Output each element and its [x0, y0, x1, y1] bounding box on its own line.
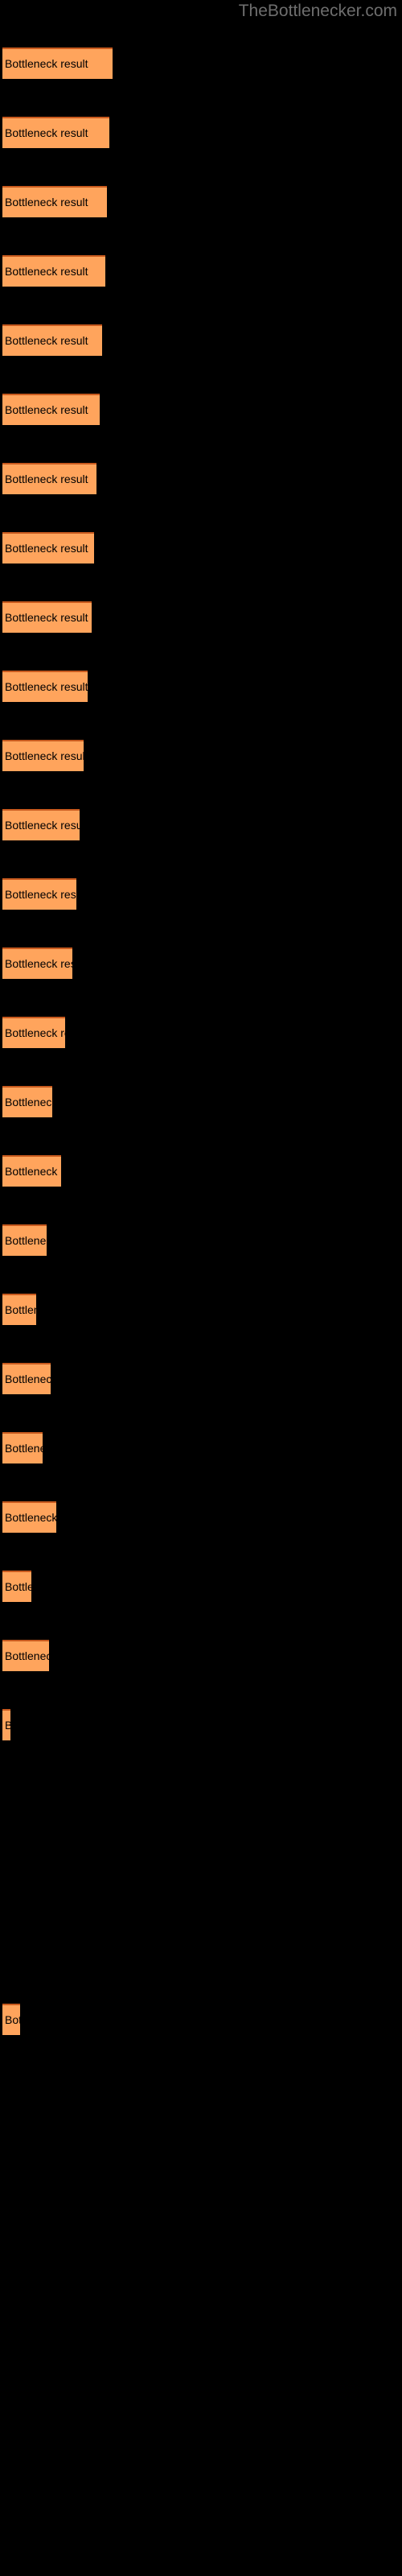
- bar-label: Bottleneck result: [5, 819, 80, 832]
- bar[interactable]: Bottleneck result: [2, 532, 94, 564]
- bar[interactable]: Bottleneck result: [2, 878, 76, 910]
- bar[interactable]: Bottleneck result: [2, 186, 107, 217]
- bar[interactable]: Bottleneck result: [2, 671, 88, 702]
- bar[interactable]: Bottleneck result: [2, 1501, 56, 1533]
- bar-label: Bottleneck result: [5, 1234, 47, 1247]
- bar[interactable]: Bottleneck result: [2, 47, 113, 79]
- bar[interactable]: Bottleneck result: [2, 1432, 43, 1463]
- bar-label: Bottleneck result: [5, 1026, 65, 1039]
- bar[interactable]: Bottleneck result: [2, 809, 80, 840]
- bar[interactable]: Bottleneck result: [2, 324, 102, 356]
- bar[interactable]: Bottleneck result: [2, 463, 96, 494]
- bar[interactable]: Bottleneck result: [2, 1155, 61, 1187]
- bar-label: Bottleneck result: [5, 957, 72, 970]
- bar-label: Bottleneck result: [5, 1442, 43, 1455]
- bar[interactable]: Bottleneck result: [2, 1294, 36, 1325]
- bar[interactable]: Bottleneck result: [2, 394, 100, 425]
- bar-chart: TheBottlenecker.com Bottleneck result Bot…: [0, 0, 402, 2576]
- bar-label: Bottleneck result: [5, 1303, 36, 1316]
- bar-label: Bottleneck result: [5, 126, 88, 139]
- bar-label: Bottleneck result: [5, 403, 88, 416]
- bar[interactable]: Bottleneck result: [2, 740, 84, 771]
- bar[interactable]: Bottleneck result: [2, 117, 109, 148]
- bar-label: Bottleneck result: [5, 1373, 51, 1385]
- bar[interactable]: Bottleneck result: [2, 255, 105, 287]
- bar[interactable]: Bottleneck result: [2, 947, 72, 979]
- bar-label: Bottleneck result: [5, 1580, 31, 1593]
- bar[interactable]: Bottleneck result: [2, 1571, 31, 1602]
- bar[interactable]: Bottleneck result: [2, 1640, 49, 1671]
- bar-label: Bottleneck result: [5, 196, 88, 208]
- bar[interactable]: Bottleneck result: [2, 1086, 52, 1117]
- bar[interactable]: Bottleneck result: [2, 1709, 10, 1740]
- bar-label: Bottleneck result: [5, 1718, 10, 1732]
- bar-label: Bottleneck result: [5, 888, 76, 901]
- bar-label: Bottleneck result: [5, 1165, 61, 1178]
- bar-label: Bottleneck result: [5, 611, 88, 624]
- bar-label: Bottleneck result: [5, 542, 88, 555]
- bars-container: Bottleneck result Bottleneck result Bottle…: [0, 0, 402, 2576]
- bar-label: Bottleneck result: [5, 334, 88, 347]
- bar[interactable]: Bottleneck result: [2, 601, 92, 633]
- bar-label: Bottleneck result: [5, 57, 88, 70]
- bar-label: Bottleneck result: [5, 2013, 20, 2026]
- bar-label: Bottleneck result: [5, 265, 88, 278]
- bar-label: Bottleneck result: [5, 473, 88, 485]
- bar[interactable]: Bottleneck result: [2, 1363, 51, 1394]
- bar-label: Bottleneck result: [5, 1649, 49, 1662]
- bar[interactable]: Bottleneck result: [2, 1224, 47, 1256]
- bar[interactable]: Bottleneck result: [2, 2004, 20, 2035]
- bar-label: Bottleneck result: [5, 749, 84, 762]
- bar-label: Bottleneck result: [5, 1096, 52, 1108]
- bar-label: Bottleneck result: [5, 680, 88, 693]
- bar[interactable]: Bottleneck result: [2, 1017, 65, 1048]
- bar-label: Bottleneck result: [5, 1511, 56, 1524]
